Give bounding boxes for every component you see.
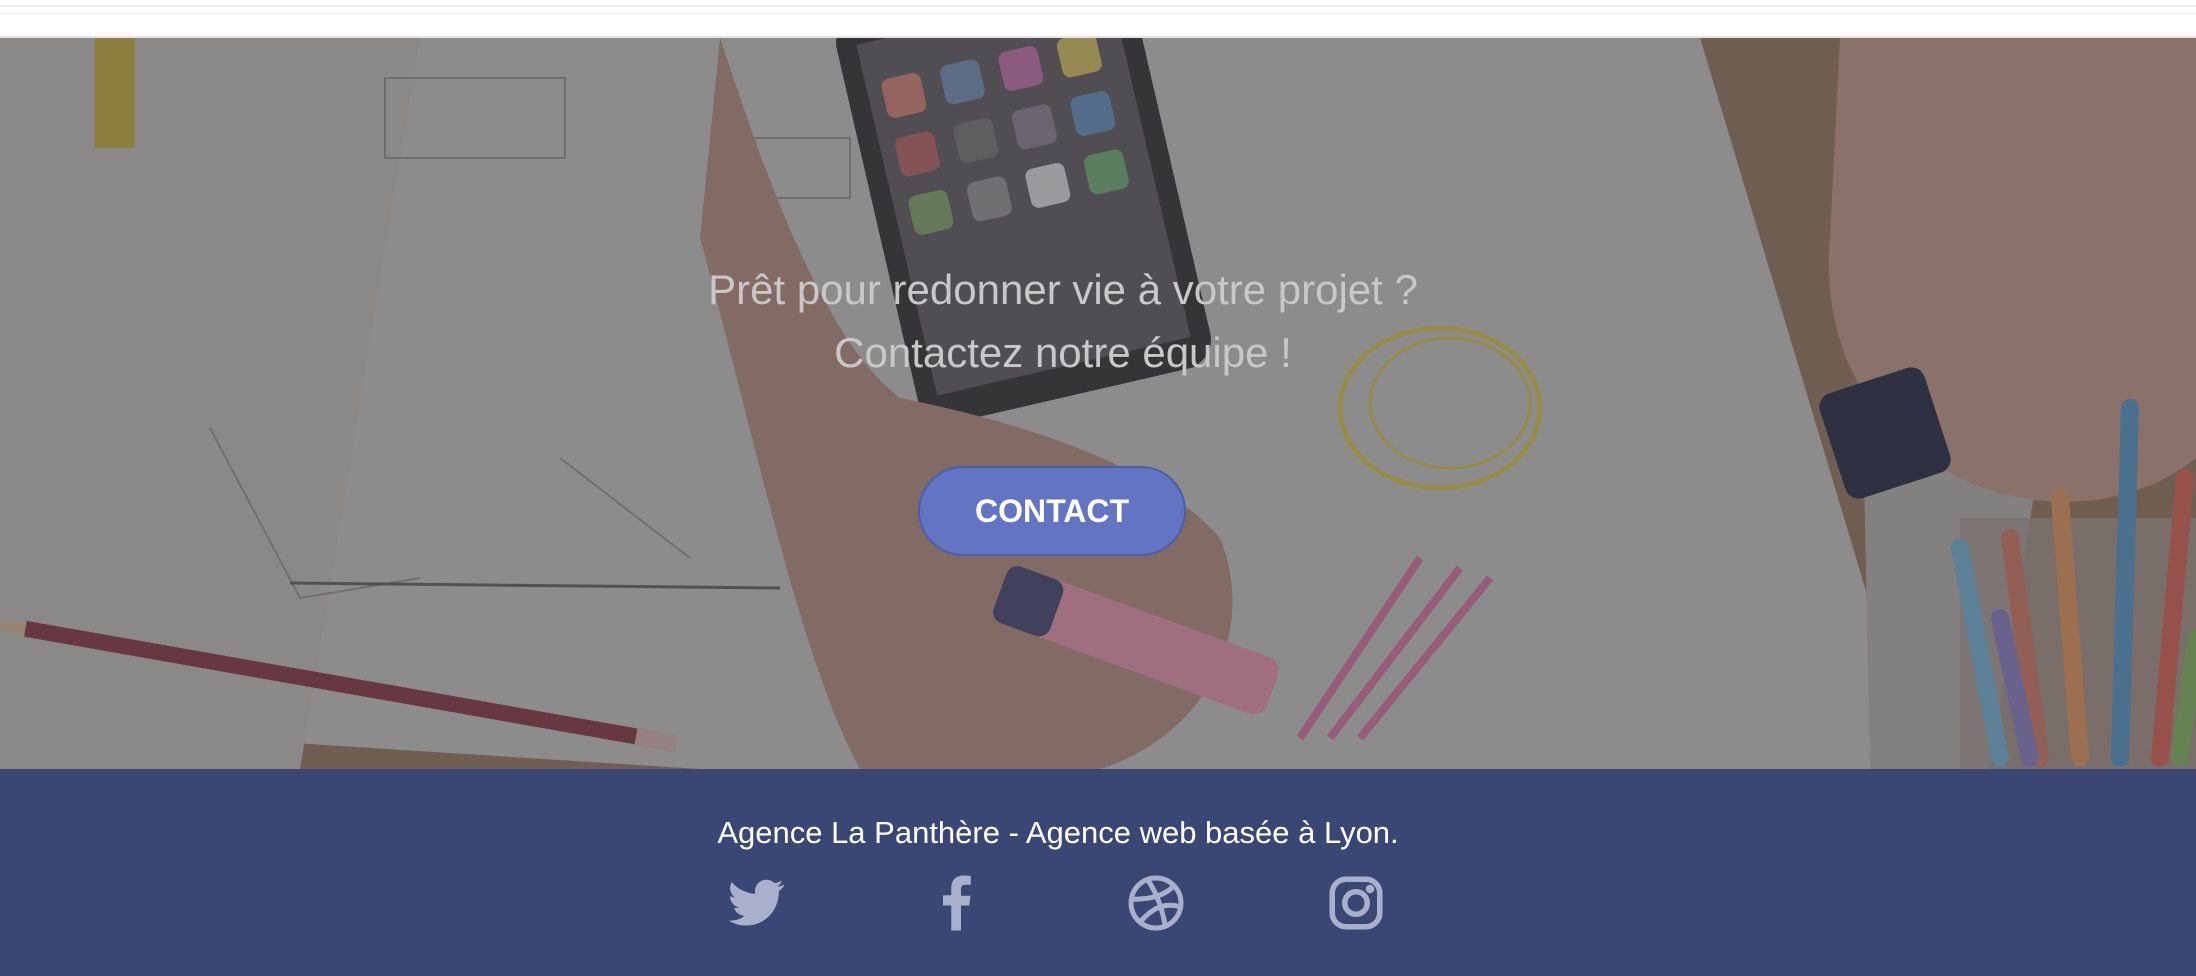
dribbble-icon[interactable] bbox=[1126, 873, 1186, 933]
top-strip bbox=[0, 0, 2196, 38]
divider bbox=[0, 13, 2196, 14]
facebook-icon[interactable] bbox=[926, 873, 986, 933]
footer-tagline: Agence La Panthère - Agence web basée à … bbox=[717, 815, 1399, 850]
instagram-icon[interactable] bbox=[1326, 873, 1386, 933]
hero-heading-line1: Prêt pour redonner vie à votre projet ? bbox=[708, 266, 1418, 313]
divider bbox=[0, 5, 2196, 7]
cta-hero-section: Prêt pour redonner vie à votre projet ? … bbox=[0, 38, 2196, 769]
hero-heading: Prêt pour redonner vie à votre projet ? … bbox=[0, 258, 2126, 384]
site-footer: Agence La Panthère - Agence web basée à … bbox=[0, 769, 2196, 976]
hero-heading-line2: Contactez notre équipe ! bbox=[834, 329, 1292, 376]
hero-overlay bbox=[0, 38, 2196, 769]
contact-button[interactable]: CONTACT bbox=[918, 466, 1186, 556]
twitter-icon[interactable] bbox=[726, 873, 786, 933]
